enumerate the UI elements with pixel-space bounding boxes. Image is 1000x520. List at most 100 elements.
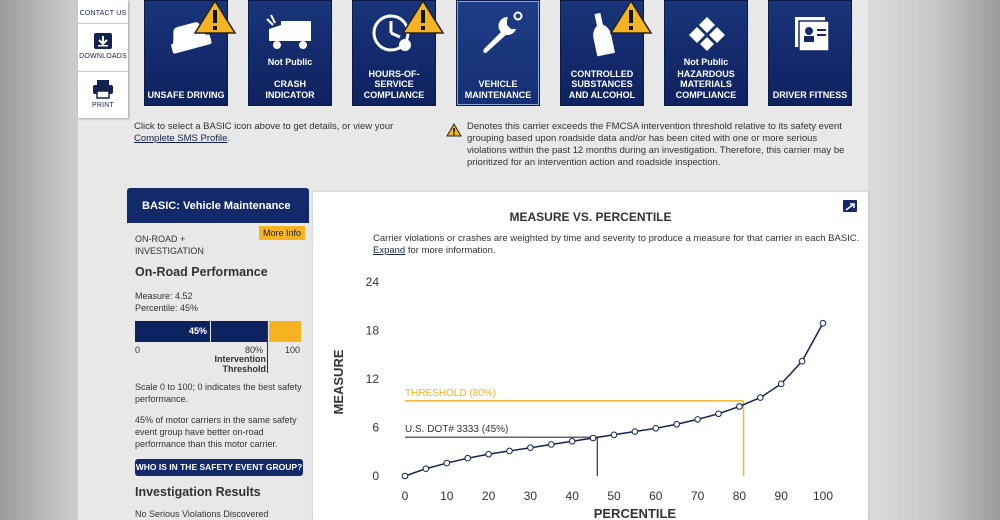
download-icon — [94, 33, 112, 49]
warning-icon — [609, 0, 653, 34]
printer-icon — [93, 80, 113, 99]
driver-license-icon — [795, 17, 830, 52]
panel-header: BASIC: Vehicle Maintenance — [127, 188, 309, 223]
threshold-tick — [267, 321, 268, 373]
warning-icon — [193, 0, 237, 34]
x-tick-label: 30 — [524, 489, 538, 503]
bar-segment — [211, 321, 268, 342]
data-point — [464, 454, 471, 462]
tile-label: HOURS-OF-SERVICE COMPLIANCE — [363, 68, 425, 100]
warning-icon — [446, 123, 462, 137]
downloads-button[interactable]: DOWNLOADS — [78, 26, 128, 72]
data-point — [652, 425, 660, 432]
x-tick-label: 10 — [440, 489, 454, 503]
basic-tile-crash-indicator[interactable]: Not Public CRASH INDICATOR — [248, 0, 332, 106]
data-point — [527, 444, 534, 452]
data-point — [631, 428, 639, 435]
contact-us-button[interactable]: CONTACT US — [78, 0, 128, 24]
x-tick-label: 60 — [649, 489, 663, 503]
x-tick-label: 50 — [607, 489, 621, 503]
x-tick-label: 0 — [402, 489, 409, 503]
basic-tile-driver-fitness[interactable]: DRIVER FITNESS — [768, 0, 852, 106]
y-axis-label: MEASURE — [331, 349, 346, 414]
intro-period: . — [227, 133, 231, 144]
carrier-label: U.S. DOT# 3333 (45%) — [405, 424, 508, 435]
data-point — [443, 459, 451, 467]
subtitle-line-2: INVESTIGATION — [135, 246, 204, 256]
truck-crash-icon — [266, 14, 311, 49]
measure-vs-percentile-chart: 0 6 12 18 24 0 10 20 30 40 50 60 70 80 90 100 MEASURE PER… — [331, 275, 833, 520]
data-point — [548, 441, 555, 448]
data-point — [777, 380, 785, 388]
data-point — [715, 410, 722, 418]
data-point — [610, 431, 618, 439]
measure-value: Measure: 4.52 — [135, 291, 193, 301]
on-road-performance-title: On-Road Performance — [135, 265, 268, 279]
investigation-results-title: Investigation Results — [135, 485, 261, 499]
not-public-label: Not Public — [683, 57, 729, 67]
more-info-button[interactable]: More Info — [259, 226, 305, 240]
print-button[interactable]: PRINT — [78, 74, 128, 118]
data-point — [694, 416, 701, 423]
bar-max-label: 100 — [285, 345, 301, 355]
x-tick-label: 80 — [733, 489, 747, 503]
tile-label: CONTROLLED SUBSTANCES AND ALCOHOL — [568, 68, 636, 100]
y-tick-label: 24 — [366, 275, 380, 289]
basic-tile-hours-of-service[interactable]: HOURS-OF-SERVICE COMPLIANCE — [352, 0, 445, 106]
x-tick-label: 40 — [566, 489, 580, 503]
x-axis-label: PERCENTILE — [594, 506, 677, 520]
data-point — [736, 403, 743, 410]
data-point — [506, 447, 513, 455]
intro-text: Click to select a BASIC icon above to ge… — [134, 121, 394, 145]
contact-label: CONTACT US — [79, 10, 127, 17]
warning-legend: Denotes this carrier exceeds the FMCSA i… — [446, 121, 858, 169]
tile-label: DRIVER FITNESS — [772, 89, 848, 100]
tile-label: UNSAFE DRIVING — [147, 89, 225, 100]
intervention-threshold-label: Intervention Threshold — [212, 354, 266, 374]
warning-note-text: Denotes this carrier exceeds the FMCSA i… — [467, 121, 845, 168]
basic-tile-unsafe-driving[interactable]: UNSAFE DRIVING — [144, 0, 237, 106]
tile-label: VEHICLE MAINTENANCE — [464, 79, 532, 100]
x-tick-label: 100 — [813, 489, 833, 503]
utility-toolbar: CONTACT US DOWNLOADS PRINT — [78, 0, 128, 118]
data-point — [422, 465, 430, 473]
data-point — [673, 420, 681, 428]
y-tick-label: 6 — [372, 421, 379, 435]
panel-subtitle: ON-ROAD + INVESTIGATION — [135, 233, 255, 257]
percentile-bar: 45% — [135, 321, 301, 373]
print-label: PRINT — [92, 102, 114, 109]
x-tick-label: 20 — [482, 489, 496, 503]
x-tick-label: 70 — [691, 489, 705, 503]
complete-sms-profile-link[interactable]: Complete SMS Profile — [134, 133, 227, 144]
threshold-label: THRESHOLD (80%) — [405, 388, 496, 399]
y-tick-label: 12 — [366, 372, 380, 386]
data-point — [485, 450, 492, 458]
downloads-label: DOWNLOADS — [79, 53, 127, 60]
warning-icon — [401, 0, 445, 34]
wrench-icon — [483, 11, 523, 53]
bar-over-threshold-segment — [269, 321, 301, 342]
y-tick-label: 18 — [366, 324, 380, 338]
scale-text: Scale 0 to 100; 0 indicates the best saf… — [135, 382, 302, 404]
group-text: 45% of motor carriers in the same safety… — [135, 415, 297, 449]
basic-tile-controlled-substances[interactable]: CONTROLLED SUBSTANCES AND ALCOHOL — [560, 0, 653, 106]
not-public-label: Not Public — [267, 57, 313, 67]
data-point — [819, 319, 827, 327]
safety-event-group-button[interactable]: WHO IS IN THE SAFETY EVENT GROUP? — [135, 459, 303, 476]
investigation-results-text: No Serious Violations Discovered — [135, 509, 269, 519]
y-tick-label: 0 — [372, 469, 379, 483]
threshold-label-line-1: Intervention — [214, 354, 266, 364]
percentile-value: Percentile: 45% — [135, 303, 199, 313]
threshold-label-line-2: Threshold — [222, 364, 266, 374]
bar-value: 45% — [135, 321, 210, 342]
bar-min-label: 0 — [135, 345, 141, 355]
tile-label: HAZARDOUS MATERIALS COMPLIANCE — [675, 68, 737, 100]
hazmat-diamond-icon — [689, 17, 725, 51]
data-point — [589, 434, 597, 442]
basic-tile-hazardous-materials[interactable]: Not Public HAZARDOUS MATERIALS COMPLIANC… — [664, 0, 748, 106]
intro-label: Click to select a BASIC icon above to ge… — [134, 121, 394, 132]
x-tick-label: 90 — [775, 489, 789, 503]
data-point — [401, 472, 409, 480]
basic-tile-vehicle-maintenance[interactable]: VEHICLE MAINTENANCE — [456, 0, 540, 106]
data-point — [798, 357, 806, 365]
